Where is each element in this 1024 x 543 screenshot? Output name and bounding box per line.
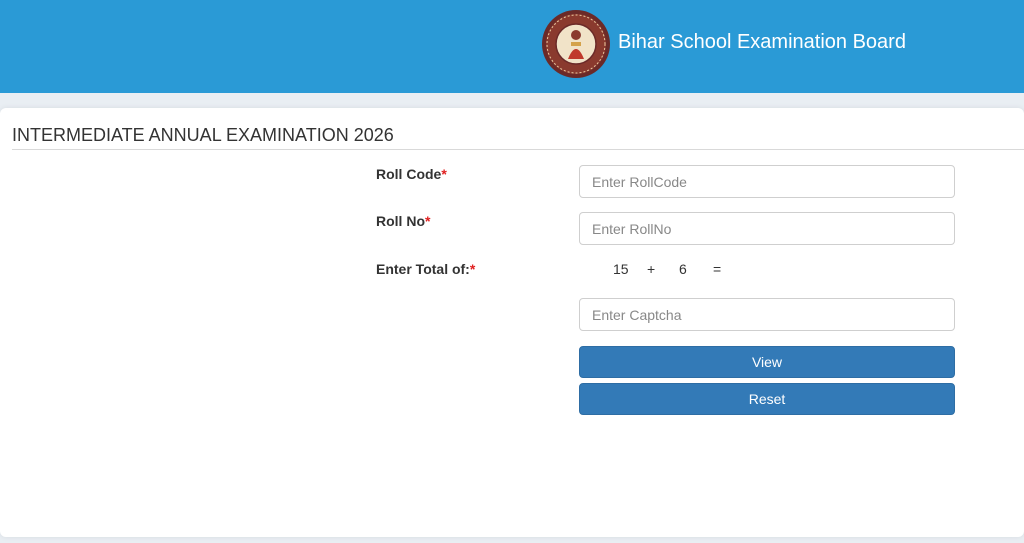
- captcha-operand-a: 15: [613, 261, 629, 277]
- roll-no-label: Roll No*: [376, 213, 431, 229]
- captcha-input[interactable]: [579, 298, 955, 331]
- roll-code-label: Roll Code*: [376, 166, 447, 182]
- required-marker: *: [469, 261, 476, 277]
- board-emblem-icon: [542, 10, 610, 78]
- site-header: Bihar School Examination Board: [0, 0, 1024, 93]
- captcha-equals: =: [713, 261, 722, 277]
- site-title: Bihar School Examination Board: [618, 31, 906, 53]
- view-button[interactable]: View: [579, 346, 955, 378]
- required-marker: *: [441, 166, 447, 182]
- reset-button[interactable]: Reset: [579, 383, 955, 415]
- roll-no-input[interactable]: [579, 212, 955, 245]
- roll-code-input[interactable]: [579, 165, 955, 198]
- page-title: INTERMEDIATE ANNUAL EXAMINATION 2026: [12, 125, 394, 145]
- required-marker: *: [425, 213, 431, 229]
- title-divider: [12, 149, 1024, 150]
- captcha-operand-b: 6: [679, 261, 687, 277]
- captcha-operator: +: [647, 261, 656, 277]
- captcha-label: Enter Total of:*: [376, 261, 476, 277]
